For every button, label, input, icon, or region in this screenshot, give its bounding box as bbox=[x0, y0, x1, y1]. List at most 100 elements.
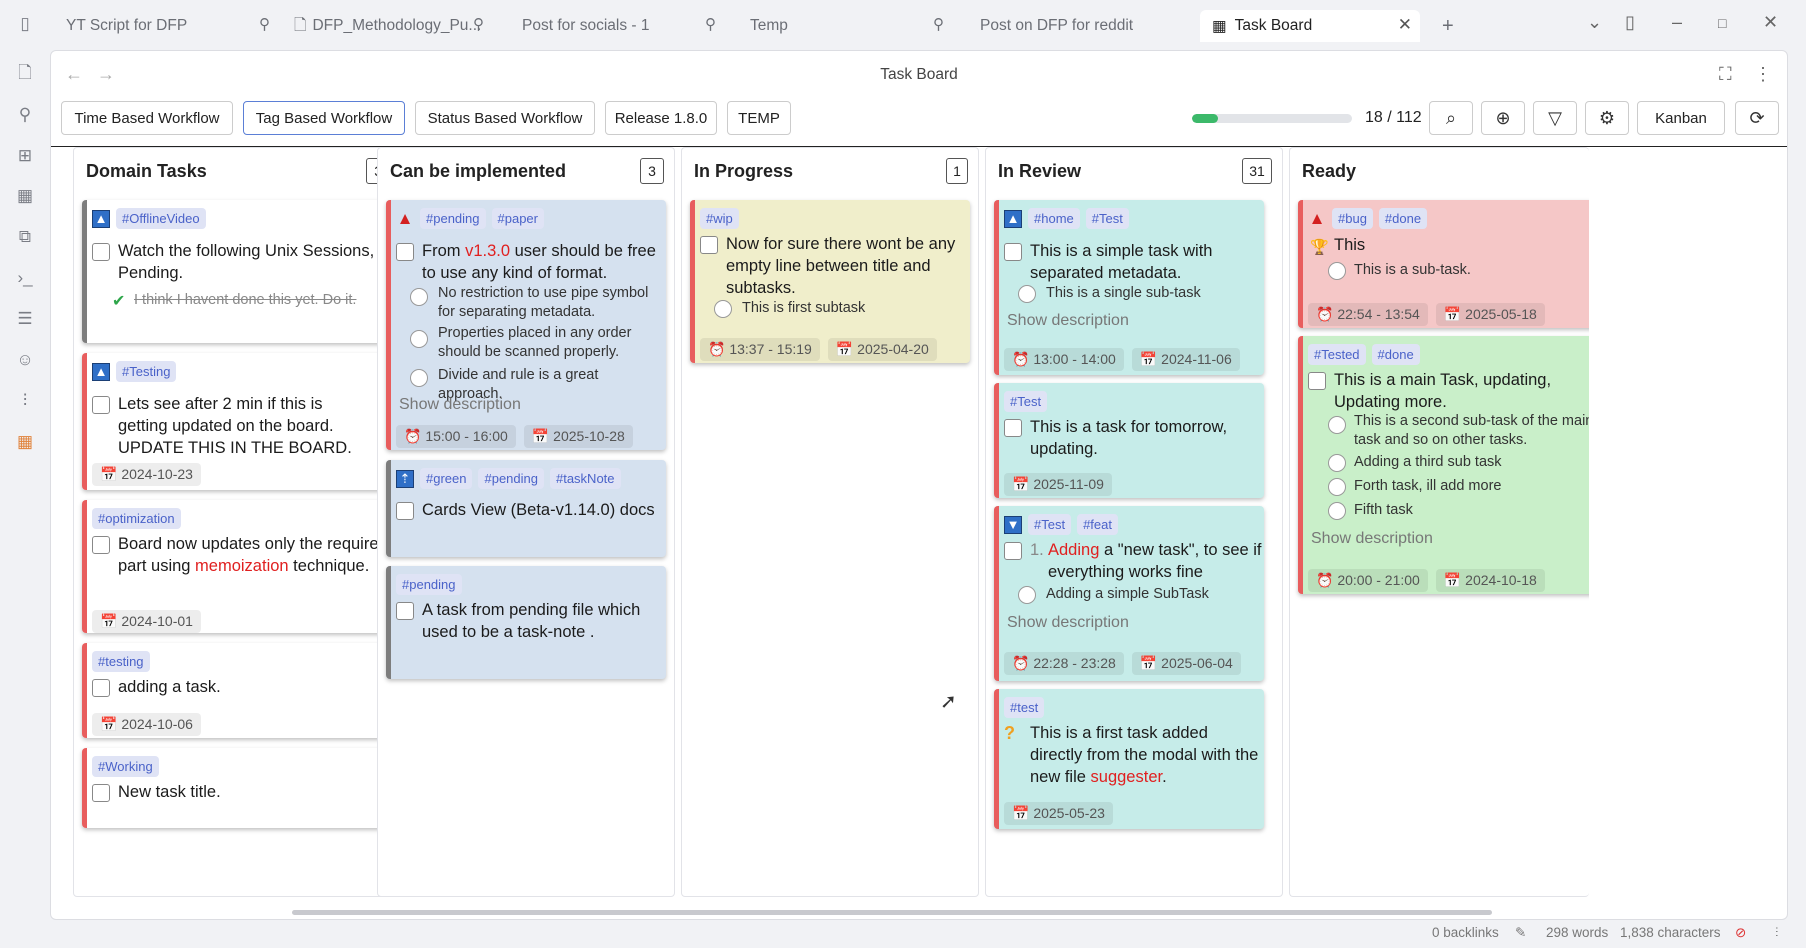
sidebar-toggle-icon[interactable]: ▯ bbox=[15, 14, 35, 34]
task-checkbox[interactable] bbox=[1004, 243, 1022, 261]
sidebar-right-icon[interactable]: ▯ bbox=[1625, 12, 1635, 33]
tab-dfp-methodology[interactable]: 🗋 DFP_Methodology_Pu... ⚲ bbox=[294, 10, 490, 42]
add-task-button[interactable]: ⊕ bbox=[1481, 101, 1525, 135]
minimize-icon[interactable]: – bbox=[1672, 12, 1682, 33]
task-checkbox[interactable] bbox=[92, 243, 110, 261]
tag[interactable]: #pending bbox=[420, 208, 486, 229]
tab-post-socials[interactable]: Post for socials - 1 ⚲ bbox=[522, 10, 722, 42]
window-close-icon[interactable]: ✕ bbox=[1763, 12, 1778, 33]
edit-icon[interactable]: ✎ bbox=[1515, 925, 1526, 941]
tag[interactable]: #home bbox=[1028, 208, 1080, 229]
emoji-icon[interactable]: ☺ bbox=[15, 350, 35, 370]
maximize-icon[interactable]: □ bbox=[1718, 15, 1726, 31]
task-checkbox[interactable] bbox=[92, 679, 110, 697]
tag[interactable]: #feat bbox=[1077, 514, 1118, 535]
horizontal-scrollbar[interactable] bbox=[292, 910, 1492, 915]
show-description-link[interactable]: Show description bbox=[1007, 312, 1129, 330]
task-card[interactable]: ▲ #home #Test This is a simple task with… bbox=[994, 200, 1264, 375]
tab-task-board[interactable]: ▦ Task Board ✕ bbox=[1200, 10, 1420, 42]
list-icon[interactable]: ☰ bbox=[15, 309, 35, 329]
task-card[interactable]: #testing adding a task. 📅 2024-10-06 bbox=[82, 643, 394, 738]
tag[interactable]: #Test bbox=[1085, 208, 1129, 229]
task-card[interactable]: #Tested #done This is a main Task, updat… bbox=[1298, 336, 1589, 594]
task-card[interactable]: ▲ #bug #done 🏆 This This is a sub-task. … bbox=[1298, 200, 1589, 328]
sync-off-icon[interactable]: ⊘ bbox=[1735, 925, 1746, 941]
task-checkbox[interactable] bbox=[396, 602, 414, 620]
new-tab-icon[interactable]: + bbox=[1442, 10, 1466, 42]
workflow-tag-button[interactable]: Tag Based Workflow bbox=[243, 101, 405, 135]
workflow-time-button[interactable]: Time Based Workflow bbox=[61, 101, 233, 135]
tab-post-reddit[interactable]: Post on DFP for reddit bbox=[980, 10, 1220, 42]
tag[interactable]: #Testing bbox=[116, 361, 177, 382]
copy-icon[interactable]: ⧉ bbox=[15, 227, 35, 247]
close-icon[interactable]: ✕ bbox=[1398, 15, 1412, 35]
task-card[interactable]: #wip Now for sure there wont be any empt… bbox=[690, 200, 970, 363]
subtask-checkbox[interactable] bbox=[410, 288, 428, 306]
more-options-icon[interactable]: ⋮ bbox=[1754, 64, 1772, 85]
tag[interactable]: #taskNote bbox=[549, 468, 621, 489]
workflow-status-button[interactable]: Status Based Workflow bbox=[415, 101, 595, 135]
tag[interactable]: #Test bbox=[1004, 391, 1048, 412]
tag[interactable]: #optimization bbox=[92, 508, 181, 529]
task-card[interactable]: ▲ #Testing Lets see after 2 min if this … bbox=[82, 353, 394, 490]
subtask-checkbox[interactable] bbox=[410, 369, 428, 387]
task-card[interactable]: #Working New task title. bbox=[82, 748, 394, 828]
tag[interactable]: #Test bbox=[1028, 514, 1072, 535]
subtask-checkbox[interactable] bbox=[1018, 586, 1036, 604]
view-mode-select[interactable]: Kanban bbox=[1637, 101, 1725, 135]
backlinks-count[interactable]: 0 backlinks bbox=[1432, 925, 1499, 940]
workflow-release-button[interactable]: Release 1.8.0 bbox=[605, 101, 717, 135]
tag[interactable]: #Working bbox=[92, 756, 159, 777]
search-button[interactable]: ⌕ bbox=[1429, 101, 1473, 135]
audio-icon[interactable]: ⫶ bbox=[15, 391, 35, 411]
task-checkbox[interactable] bbox=[1004, 419, 1022, 437]
tag[interactable]: #testing bbox=[92, 651, 150, 672]
task-board-icon[interactable]: ▦ bbox=[15, 432, 35, 452]
subtask-checkbox[interactable] bbox=[1328, 416, 1346, 434]
pin-icon[interactable]: ⚲ bbox=[705, 15, 716, 33]
tag[interactable]: #wip bbox=[700, 208, 739, 229]
task-card[interactable]: #pending A task from pending file which … bbox=[386, 566, 666, 679]
task-card[interactable]: #test ? This is a first task added direc… bbox=[994, 689, 1264, 829]
tag[interactable]: #bug bbox=[1332, 208, 1373, 229]
show-description-link[interactable]: Show description bbox=[1007, 614, 1129, 632]
task-checkbox[interactable] bbox=[92, 536, 110, 554]
settings-button[interactable]: ⚙ bbox=[1585, 101, 1629, 135]
tag[interactable]: #paper bbox=[491, 208, 544, 229]
tag[interactable]: #test bbox=[1004, 697, 1045, 718]
audio-wave-icon[interactable]: ⫶ bbox=[1775, 925, 1778, 941]
show-description-link[interactable]: Show description bbox=[399, 396, 521, 414]
subtask-checkbox[interactable] bbox=[1328, 262, 1346, 280]
graph-view-icon[interactable]: ⚲ bbox=[15, 105, 35, 125]
task-card[interactable]: #optimization Board now updates only the… bbox=[82, 500, 394, 633]
subtask-checkbox[interactable] bbox=[1018, 285, 1036, 303]
task-card[interactable]: ▲ #OfflineVideo Watch the following Unix… bbox=[82, 200, 394, 343]
tag[interactable]: #pending bbox=[396, 574, 462, 595]
tag[interactable]: #done bbox=[1378, 208, 1428, 229]
workflow-temp-button[interactable]: TEMP bbox=[727, 101, 791, 135]
pin-icon[interactable]: ⚲ bbox=[259, 15, 270, 33]
subtask-checkbox[interactable] bbox=[1328, 502, 1346, 520]
pin-icon[interactable]: ⚲ bbox=[933, 15, 944, 33]
terminal-icon[interactable]: ›_ bbox=[15, 268, 35, 288]
open-file-icon[interactable]: 🗋 bbox=[15, 63, 35, 84]
filter-button[interactable]: ▽ bbox=[1533, 101, 1577, 135]
task-checkbox[interactable] bbox=[1308, 372, 1326, 390]
tag[interactable]: #OfflineVideo bbox=[116, 208, 206, 229]
tab-temp[interactable]: Temp ⚲ bbox=[750, 10, 950, 42]
task-card[interactable]: ⇡ #green #pending #taskNote Cards View (… bbox=[386, 460, 666, 557]
subtask-checkbox[interactable] bbox=[1328, 454, 1346, 472]
task-card[interactable]: ▲ #pending #paper From v1.3.0 user shoul… bbox=[386, 200, 666, 450]
task-checkbox[interactable] bbox=[92, 396, 110, 414]
task-checkbox[interactable] bbox=[396, 243, 414, 261]
chevron-down-icon[interactable]: ⌄ bbox=[1587, 12, 1602, 33]
pin-icon[interactable]: ⚲ bbox=[473, 15, 484, 33]
tab-yt-script[interactable]: YT Script for DFP ⚲ bbox=[66, 10, 276, 42]
canvas-icon[interactable]: ⊞ bbox=[15, 146, 35, 166]
task-checkbox[interactable] bbox=[396, 502, 414, 520]
calendar-icon[interactable]: ▦ bbox=[15, 186, 35, 206]
show-description-link[interactable]: Show description bbox=[1311, 530, 1433, 548]
tag[interactable]: #pending bbox=[478, 468, 544, 489]
task-checkbox[interactable] bbox=[92, 784, 110, 802]
task-checkbox[interactable] bbox=[700, 236, 718, 254]
